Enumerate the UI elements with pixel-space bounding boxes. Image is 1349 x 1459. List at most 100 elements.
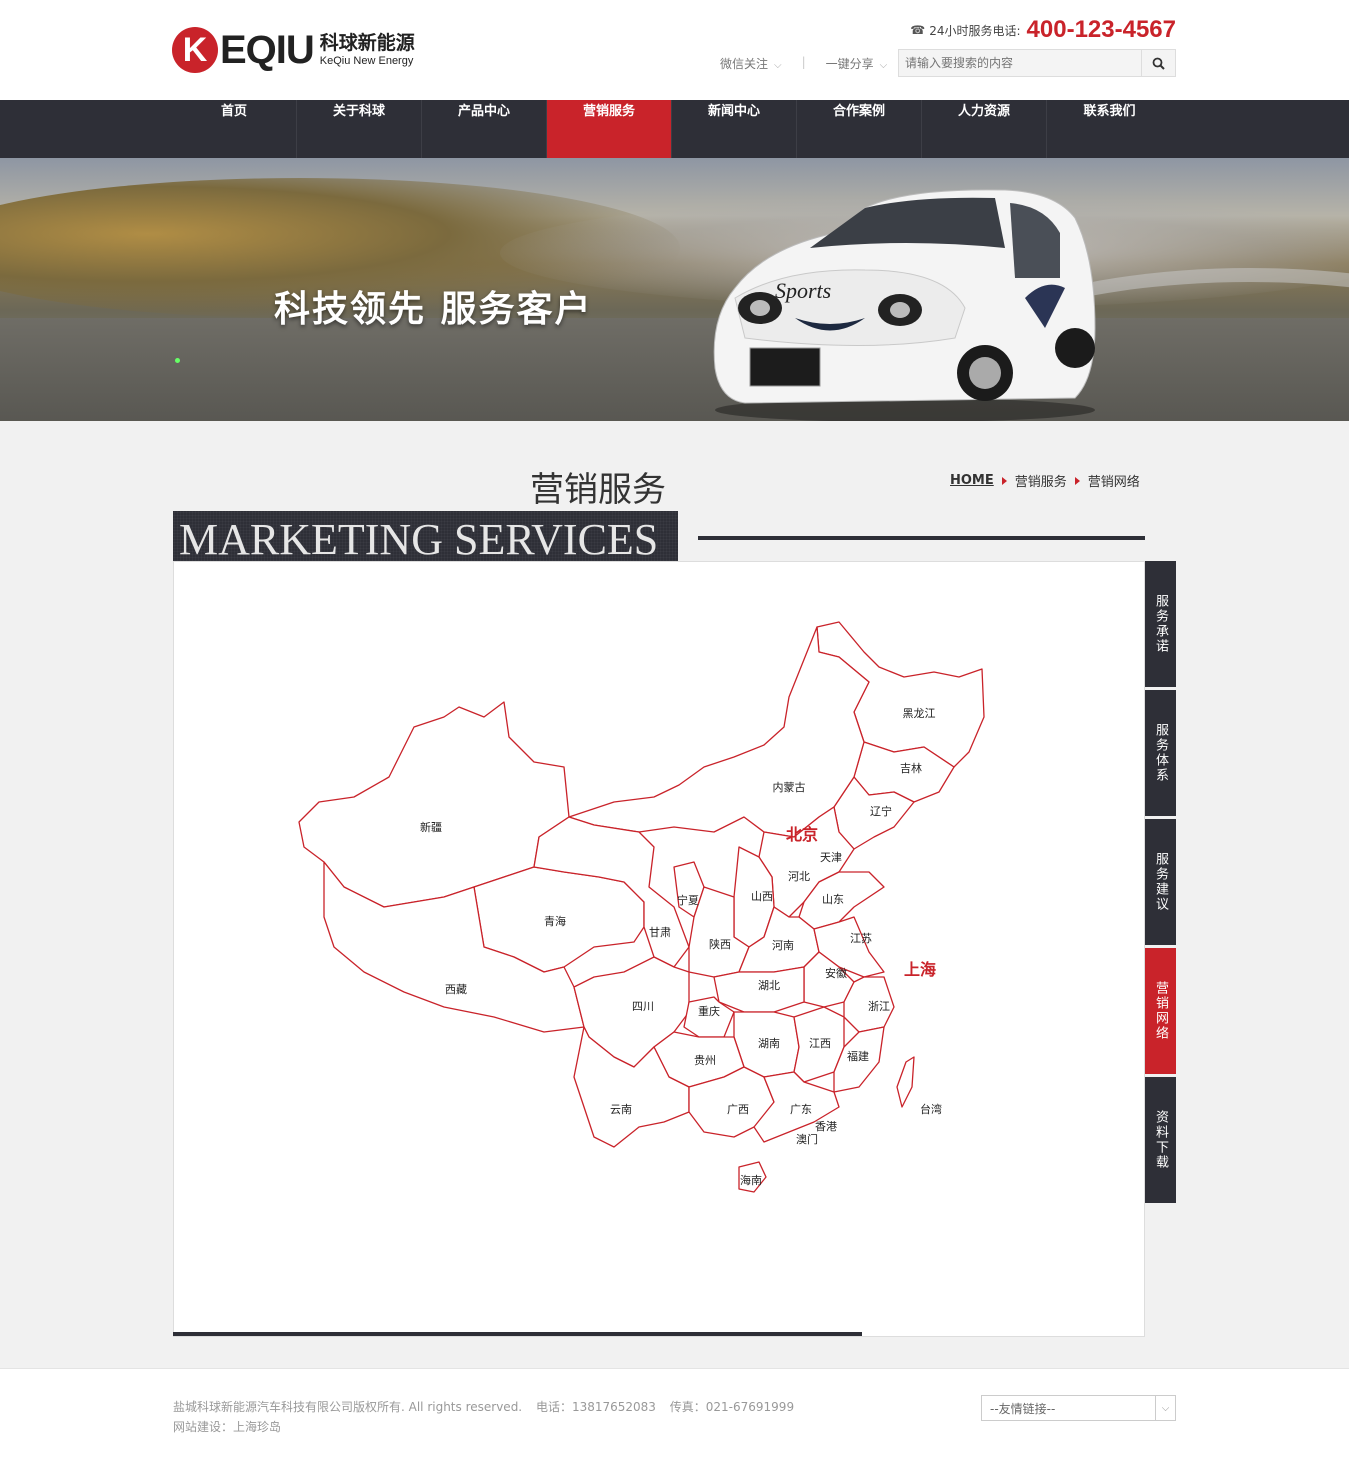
banner-indicator-dot <box>175 358 180 363</box>
province-label: 台湾 <box>920 1102 942 1116</box>
province-label: 浙江 <box>868 1000 890 1013</box>
breadcrumb-home[interactable]: HOME <box>950 473 994 488</box>
chevron-down-icon: ⌵ <box>774 60 782 71</box>
footer-fax: 传真：021-67691999 <box>669 1400 795 1414</box>
phone-icon: ☎ <box>910 23 926 37</box>
province-label: 河北 <box>788 870 810 883</box>
province-label: 湖南 <box>758 1037 780 1050</box>
hotline-label: 24小时服务电话: <box>929 23 1021 38</box>
province-label: 重庆 <box>698 1004 720 1018</box>
breadcrumb: HOME 营销服务 营销网络 <box>950 471 1140 490</box>
province-label: 山西 <box>751 890 773 903</box>
footer-phone: 电话：13817652083 <box>535 1400 656 1414</box>
wechat-follow-button[interactable]: 微信关注 ⌵ <box>720 55 782 72</box>
wechat-follow-label: 微信关注 <box>720 57 769 71</box>
province-label: 黑龙江 <box>903 707 936 720</box>
province-label: 湖北 <box>758 979 780 992</box>
side-tab-downloads[interactable]: 资料下载 <box>1145 1077 1176 1203</box>
site-header: K EQIU 科球新能源 KeQiu New Energy ☎ 24小时服务电话… <box>0 0 1349 100</box>
hotline-number: 400-123-4567 <box>1026 16 1176 43</box>
main-nav: 首页 关于科球 产品中心 营销服务 新闻中心 合作案例 人力资源 联系我们 <box>0 100 1349 158</box>
site-logo[interactable]: K EQIU 科球新能源 KeQiu New Energy <box>172 26 415 74</box>
divider: | <box>801 55 806 69</box>
hotline: ☎ 24小时服务电话: 400-123-4567 <box>910 14 1176 46</box>
nav-item-marketing[interactable]: 营销服务 <box>547 100 672 158</box>
province-label: 吉林 <box>900 761 922 775</box>
friend-links-select[interactable]: --友情链接-- ⌵ <box>981 1395 1176 1421</box>
province-label: 贵州 <box>694 1054 716 1067</box>
footer-copyright: 盐城科球新能源汽车科技有限公司版权所有. All rights reserved… <box>173 1400 523 1414</box>
province-label-highlight: 北京 <box>786 825 818 844</box>
province-label: 海南 <box>740 1173 762 1187</box>
province-label: 云南 <box>610 1103 632 1116</box>
logo-chinese-name: 科球新能源 <box>319 32 415 54</box>
logo-english-name: KeQiu New Energy <box>319 55 414 67</box>
breadcrumb-item[interactable]: 营销服务 <box>1015 471 1067 490</box>
province-label: 西藏 <box>445 983 467 996</box>
province-label: 青海 <box>544 914 566 928</box>
nav-item-hr[interactable]: 人力资源 <box>922 100 1047 158</box>
chevron-down-icon: ⌵ <box>1155 1396 1175 1420</box>
side-tab-service-system[interactable]: 服务体系 <box>1145 690 1176 816</box>
province-label: 天津 <box>820 851 842 864</box>
province-label: 陕西 <box>709 937 731 951</box>
province-label: 河南 <box>772 939 794 952</box>
breadcrumb-arrow-icon <box>1074 476 1080 485</box>
side-tab-service-promise[interactable]: 服务承诺 <box>1145 561 1176 687</box>
side-tab-service-suggestion[interactable]: 服务建议 <box>1145 819 1176 945</box>
logo-badge: K <box>172 27 218 73</box>
banner-slogan: 科技领先 服务客户 <box>274 289 593 330</box>
logo-wordmark: EQIU <box>220 28 315 72</box>
province-label: 四川 <box>632 1000 654 1013</box>
side-tab-marketing-network[interactable]: 营销网络 <box>1145 948 1176 1074</box>
title-divider <box>698 536 1145 540</box>
car-image: Sports <box>713 189 1096 421</box>
nav-item-home[interactable]: 首页 <box>172 100 297 158</box>
search-icon <box>1152 57 1165 70</box>
province-outline <box>896 1056 915 1108</box>
province-label: 山东 <box>822 893 844 906</box>
breadcrumb-current[interactable]: 营销网络 <box>1088 471 1140 490</box>
nav-item-contact[interactable]: 联系我们 <box>1047 100 1172 158</box>
car-sports-text: Sports <box>775 278 831 303</box>
province-label: 宁夏 <box>677 893 699 907</box>
logo-letter: K <box>182 31 208 69</box>
province-label: 广西 <box>727 1103 749 1116</box>
province-label: 新疆 <box>420 820 442 834</box>
site-footer: 盐城科球新能源汽车科技有限公司版权所有. All rights reserved… <box>0 1368 1349 1459</box>
nav-item-news[interactable]: 新闻中心 <box>672 100 797 158</box>
province-label: 福建 <box>847 1049 869 1063</box>
province-label: 香港 <box>815 1120 837 1133</box>
hero-banner: 科技领先 服务客户 Sports <box>0 158 1349 421</box>
map-panel: 黑龙江 吉林 辽宁 内蒙古 北京 天津 河北 山西 山东 新疆 宁夏 青海 甘肃… <box>173 561 1145 1337</box>
friend-links-label: --友情链接-- <box>990 1401 1056 1416</box>
province-label: 甘肃 <box>649 926 671 939</box>
province-label-highlight: 上海 <box>904 960 936 979</box>
province-label: 内蒙古 <box>773 780 806 794</box>
section-english-title-text: MARKETING SERVICES <box>179 515 659 564</box>
province-label: 江西 <box>809 1037 831 1050</box>
footer-info: 盐城科球新能源汽车科技有限公司版权所有. All rights reserved… <box>173 1397 804 1437</box>
share-label: 一键分享 <box>825 57 874 71</box>
province-label: 江苏 <box>850 932 872 945</box>
social-links: 微信关注 ⌵ | 一键分享 ⌵ <box>720 55 887 72</box>
chevron-down-icon: ⌵ <box>879 60 888 71</box>
breadcrumb-arrow-icon <box>1001 476 1007 485</box>
share-button[interactable]: 一键分享 ⌵ <box>826 55 888 72</box>
map-bottom-bar <box>173 1332 862 1336</box>
province-label: 辽宁 <box>870 804 892 818</box>
china-map[interactable]: 黑龙江 吉林 辽宁 内蒙古 北京 天津 河北 山西 山东 新疆 宁夏 青海 甘肃… <box>294 617 994 1197</box>
nav-item-products[interactable]: 产品中心 <box>422 100 547 158</box>
province-label: 安徽 <box>825 966 847 980</box>
nav-item-about[interactable]: 关于科球 <box>297 100 422 158</box>
search-button[interactable] <box>1141 50 1175 76</box>
nav-item-cases[interactable]: 合作案例 <box>797 100 922 158</box>
search-box <box>898 49 1176 77</box>
footer-builder[interactable]: 网站建设：上海珍岛 <box>173 1417 804 1437</box>
search-input[interactable] <box>899 50 1141 76</box>
side-tab-menu: 服务承诺 服务体系 服务建议 营销网络 资料下载 <box>1145 561 1176 1206</box>
province-outline <box>568 626 870 838</box>
province-label: 澳门 <box>796 1132 818 1146</box>
page-title: 营销服务 <box>530 470 666 510</box>
province-label: 广东 <box>790 1103 812 1116</box>
